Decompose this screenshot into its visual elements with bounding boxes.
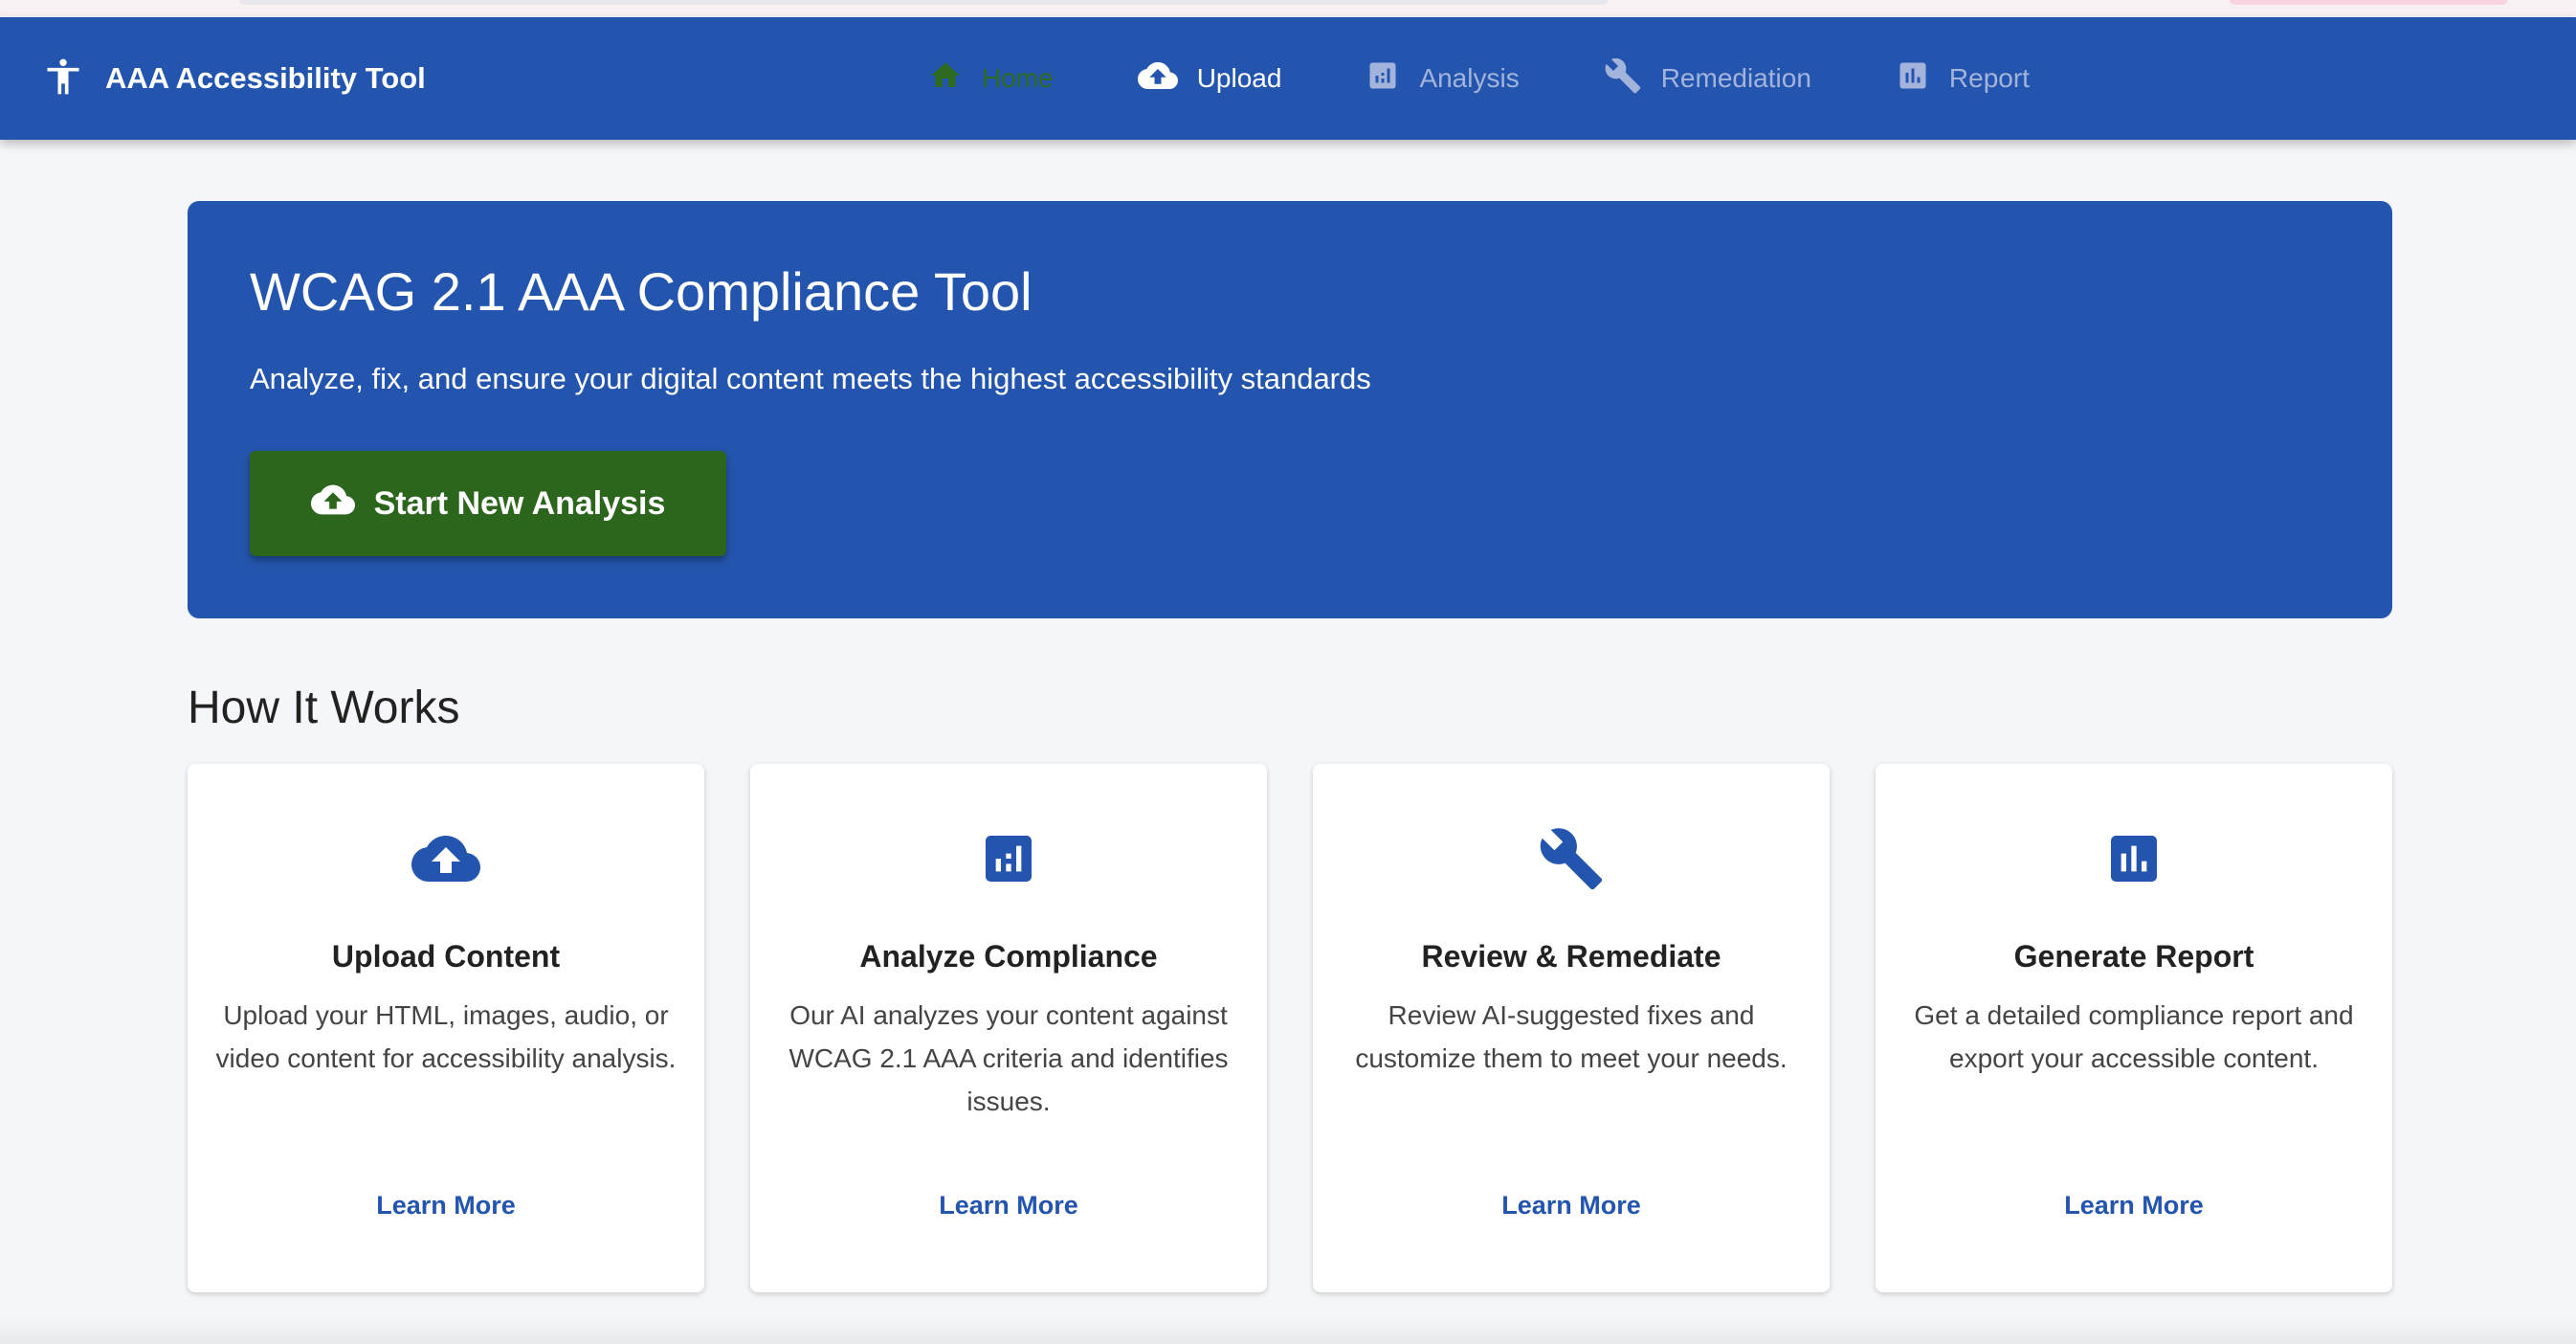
nav-upload-label: Upload: [1196, 63, 1282, 93]
learn-more-link[interactable]: Learn More: [188, 1191, 704, 1221]
learn-more-link[interactable]: Learn More: [1876, 1191, 2392, 1221]
start-new-analysis-button[interactable]: Start New Analysis: [250, 451, 726, 556]
nav-report[interactable]: Report: [1896, 52, 2030, 105]
hero-banner: WCAG 2.1 AAA Compliance Tool Analyze, fi…: [188, 201, 2392, 618]
browser-top-strip: [0, 0, 2576, 17]
home-icon: [928, 58, 963, 100]
browser-tab-hint: [2230, 0, 2507, 5]
card-generate-report: Generate Report Get a detailed complianc…: [1876, 764, 2392, 1292]
card-title: Upload Content: [331, 939, 561, 974]
browser-tab-hint: [239, 0, 1608, 5]
nav-analysis[interactable]: Analysis: [1366, 52, 1520, 105]
nav-remediation-label: Remediation: [1660, 63, 1811, 93]
how-it-works-cards: Upload Content Upload your HTML, images,…: [188, 764, 2392, 1292]
card-title: Generate Report: [2013, 939, 2254, 974]
wrench-icon: [1604, 56, 1642, 101]
start-new-analysis-label: Start New Analysis: [373, 484, 666, 522]
card-description: Review AI-suggested fixes and customize …: [1355, 1000, 1788, 1073]
nav-remediation[interactable]: Remediation: [1604, 52, 1811, 105]
card-title: Review & Remediate: [1421, 939, 1721, 974]
wrench-icon: [1313, 827, 1830, 890]
app-title: AAA Accessibility Tool: [105, 61, 426, 95]
accessibility-icon: [42, 53, 84, 105]
nav-analysis-label: Analysis: [1419, 63, 1520, 93]
cloud-upload-icon: [188, 827, 704, 890]
analytics-icon: [1366, 58, 1400, 100]
main-nav: Home Upload Analysis Remediation Report: [928, 52, 2114, 105]
bar-chart-icon: [1876, 827, 2392, 890]
nav-report-label: Report: [1948, 63, 2030, 93]
card-description: Upload your HTML, images, audio, or vide…: [215, 1000, 677, 1073]
card-description: Our AI analyzes your content against WCA…: [788, 1000, 1229, 1116]
bar-chart-icon: [1896, 58, 1930, 100]
nav-home[interactable]: Home: [928, 52, 1054, 105]
cloud-upload-icon: [310, 478, 355, 530]
nav-upload[interactable]: Upload: [1137, 52, 1282, 105]
card-upload-content: Upload Content Upload your HTML, images,…: [188, 764, 704, 1292]
learn-more-link[interactable]: Learn More: [1313, 1191, 1830, 1221]
hero-subtitle: Analyze, fix, and ensure your digital co…: [250, 362, 1371, 395]
app-navbar: AAA Accessibility Tool Home Upload Analy…: [0, 17, 2576, 140]
card-description: Get a detailed compliance report and exp…: [1914, 1000, 2354, 1073]
how-it-works-title: How It Works: [188, 683, 460, 733]
hero-title: WCAG 2.1 AAA Compliance Tool: [250, 261, 1033, 322]
card-analyze-compliance: Analyze Compliance Our AI analyzes your …: [750, 764, 1267, 1292]
brand[interactable]: AAA Accessibility Tool: [42, 52, 426, 105]
learn-more-link[interactable]: Learn More: [750, 1191, 1267, 1221]
nav-home-label: Home: [982, 63, 1054, 93]
card-review-remediate: Review & Remediate Review AI-suggested f…: [1313, 764, 1830, 1292]
cloud-upload-icon: [1137, 56, 1178, 102]
page-bottom-fade: [0, 1317, 2576, 1344]
analytics-icon: [750, 827, 1267, 890]
card-title: Analyze Compliance: [859, 939, 1158, 974]
